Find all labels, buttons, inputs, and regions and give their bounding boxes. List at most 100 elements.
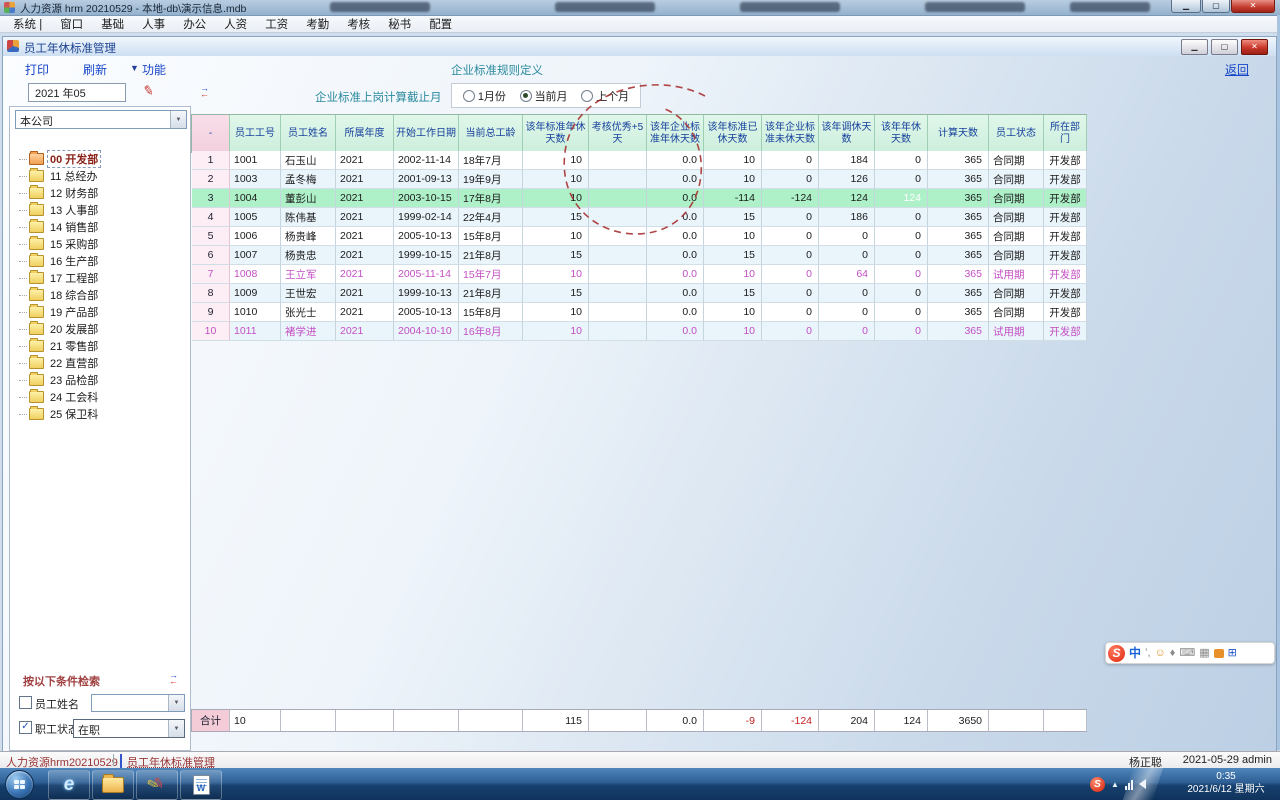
column-header[interactable]: 该年年休天数 xyxy=(875,115,928,152)
module-minimize-button[interactable]: ▁ xyxy=(1181,39,1208,55)
table-cell[interactable]: 董彭山 xyxy=(281,189,336,208)
table-cell[interactable]: 1005 xyxy=(230,208,281,227)
table-cell[interactable]: 1999-02-14 xyxy=(394,208,459,227)
column-header[interactable]: 该年企业标准未休天数 xyxy=(762,115,819,152)
table-cell[interactable]: 15年8月 xyxy=(459,227,523,246)
tree-item-13[interactable]: 13 人事部 xyxy=(19,202,100,218)
table-cell[interactable]: 184 xyxy=(819,151,875,170)
table-cell[interactable]: 孟冬梅 xyxy=(281,170,336,189)
table-cell[interactable]: 15年8月 xyxy=(459,303,523,322)
maximize-button[interactable]: ▢ xyxy=(1202,0,1230,13)
taskbar-explorer-button[interactable] xyxy=(92,770,134,800)
table-cell[interactable]: 2001-09-13 xyxy=(394,170,459,189)
sogou-tray-icon[interactable]: S xyxy=(1090,777,1105,792)
table-cell[interactable]: 1001 xyxy=(230,151,281,170)
table-cell[interactable] xyxy=(589,322,647,341)
table-cell[interactable]: 3 xyxy=(192,189,230,208)
table-cell[interactable]: 2021 xyxy=(336,227,394,246)
column-header[interactable]: 员工状态 xyxy=(989,115,1044,152)
table-cell[interactable]: 10 xyxy=(523,227,589,246)
table-cell[interactable]: 2021 xyxy=(336,151,394,170)
table-cell[interactable]: 0 xyxy=(762,265,819,284)
table-cell[interactable]: 4 xyxy=(192,208,230,227)
table-cell[interactable] xyxy=(589,265,647,284)
table-cell[interactable]: 2005-10-13 xyxy=(394,303,459,322)
table-row[interactable]: 81009王世宏20211999-10-1321年8月150.015000365… xyxy=(192,284,1087,303)
cutoff-radio-option[interactable]: 1月份 xyxy=(463,88,506,104)
chevron-down-icon[interactable]: ▼ xyxy=(168,720,184,737)
table-cell[interactable]: 0.0 xyxy=(647,227,704,246)
table-cell[interactable]: 合同期 xyxy=(989,246,1044,265)
table-cell[interactable]: 16年8月 xyxy=(459,322,523,341)
table-cell[interactable]: 18年7月 xyxy=(459,151,523,170)
tree-item-21[interactable]: 21 零售部 xyxy=(19,338,100,354)
column-header[interactable]: 该年企业标准年休天数 xyxy=(647,115,704,152)
ime-emoji-icon[interactable]: ☺ xyxy=(1155,648,1166,659)
table-cell[interactable]: 0.0 xyxy=(647,322,704,341)
table-cell[interactable]: 开发部 xyxy=(1044,265,1087,284)
table-cell[interactable]: 陈伟基 xyxy=(281,208,336,227)
table-cell[interactable]: -114 xyxy=(704,189,762,208)
table-cell[interactable]: 15 xyxy=(704,208,762,227)
module-close-button[interactable]: ✕ xyxy=(1241,39,1268,55)
table-cell[interactable]: 开发部 xyxy=(1044,284,1087,303)
table-cell[interactable]: 0 xyxy=(875,170,928,189)
refresh-button[interactable]: 刷新 xyxy=(83,61,107,78)
tree-item-23[interactable]: 23 品检部 xyxy=(19,372,100,388)
table-cell[interactable]: 0.0 xyxy=(647,284,704,303)
table-cell[interactable]: 10 xyxy=(704,227,762,246)
column-header[interactable]: 计算天数 xyxy=(928,115,989,152)
module-restore-button[interactable]: ▢ xyxy=(1211,39,1238,55)
table-cell[interactable]: 10 xyxy=(704,265,762,284)
table-cell[interactable]: 0 xyxy=(819,284,875,303)
table-cell[interactable]: 开发部 xyxy=(1044,227,1087,246)
table-cell[interactable]: 10 xyxy=(523,170,589,189)
menu-item[interactable]: 人事 xyxy=(133,16,174,32)
table-cell[interactable]: 1003 xyxy=(230,170,281,189)
table-cell[interactable]: 10 xyxy=(704,151,762,170)
table-cell[interactable]: 1 xyxy=(192,151,230,170)
table-cell[interactable]: 10 xyxy=(523,151,589,170)
taskbar-ie-button[interactable]: e xyxy=(48,770,90,800)
table-cell[interactable]: 10 xyxy=(192,322,230,341)
table-cell[interactable] xyxy=(589,189,647,208)
column-header[interactable]: 当前总工龄 xyxy=(459,115,523,152)
taskbar-writer-button[interactable]: W xyxy=(180,770,222,800)
table-cell[interactable]: 365 xyxy=(928,227,989,246)
table-cell[interactable]: 124 xyxy=(875,189,928,208)
close-button[interactable]: ✕ xyxy=(1231,0,1275,13)
table-cell[interactable]: 1004 xyxy=(230,189,281,208)
tree-item-11[interactable]: 11 总经办 xyxy=(19,168,99,184)
table-cell[interactable]: 开发部 xyxy=(1044,303,1087,322)
table-cell[interactable]: 64 xyxy=(819,265,875,284)
table-cell[interactable]: 15 xyxy=(523,246,589,265)
menu-item[interactable]: 考勤 xyxy=(297,16,338,32)
table-cell[interactable]: 21年8月 xyxy=(459,284,523,303)
ime-keyboard-icon[interactable]: ⌨ xyxy=(1179,648,1195,659)
table-cell[interactable]: 365 xyxy=(928,170,989,189)
tree-item-18[interactable]: 18 综合部 xyxy=(19,287,100,303)
table-cell[interactable]: 褚学进 xyxy=(281,322,336,341)
rule-definition-link[interactable]: 企业标准规则定义 xyxy=(451,62,543,78)
table-cell[interactable]: 10 xyxy=(704,170,762,189)
table-cell[interactable]: 10 xyxy=(523,322,589,341)
column-header[interactable]: 所属年度 xyxy=(336,115,394,152)
radio-icon[interactable] xyxy=(581,90,593,102)
table-cell[interactable]: 2021 xyxy=(336,322,394,341)
table-cell[interactable]: 试用期 xyxy=(989,322,1044,341)
menu-item[interactable]: 配置 xyxy=(420,16,461,32)
column-header[interactable]: 所在部门 xyxy=(1044,115,1087,152)
transfer-arrows-icon[interactable]: →← xyxy=(200,86,214,98)
menu-item[interactable]: 人资 xyxy=(215,16,256,32)
employee-status-checkbox[interactable]: ✓ xyxy=(19,721,32,734)
ime-toolbox-icon[interactable] xyxy=(1214,649,1224,658)
table-cell[interactable]: 0.0 xyxy=(647,246,704,265)
table-cell[interactable]: 124 xyxy=(819,189,875,208)
table-cell[interactable]: 0 xyxy=(762,284,819,303)
table-row[interactable]: 51006杨贵峰20212005-10-1315年8月100.010000365… xyxy=(192,227,1087,246)
tree-item-25[interactable]: 25 保卫科 xyxy=(19,406,100,422)
menu-item[interactable]: 系统 | xyxy=(4,16,51,32)
table-cell[interactable] xyxy=(589,208,647,227)
menu-item[interactable]: 基础 xyxy=(92,16,133,32)
table-cell[interactable]: 2021 xyxy=(336,284,394,303)
